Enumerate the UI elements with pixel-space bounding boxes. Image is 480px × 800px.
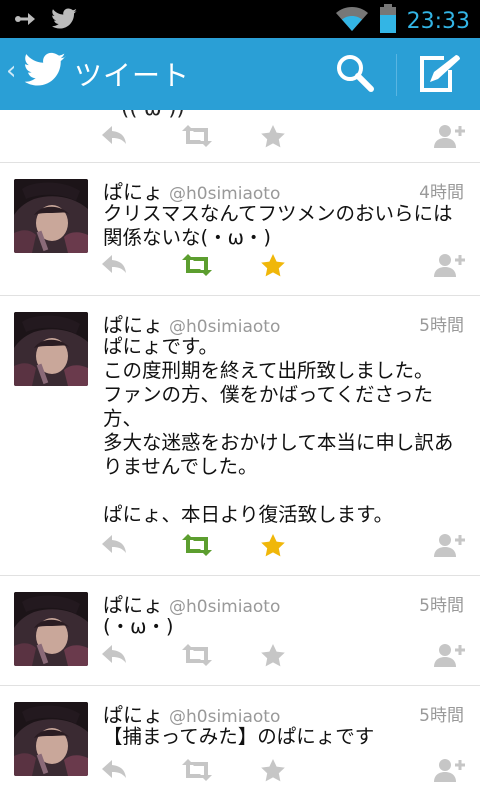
- avatar[interactable]: [14, 312, 88, 386]
- partial-tweet-text: ・(( ω )): [100, 110, 185, 122]
- retweet-icon[interactable]: [180, 758, 214, 786]
- reply-icon[interactable]: [100, 124, 128, 150]
- tweet-text: (・ω・): [103, 615, 174, 638]
- tweet-actions: [100, 533, 470, 559]
- reply-icon[interactable]: [100, 643, 128, 669]
- tweet-text: 【捕まってみた】のぱにょです: [103, 725, 375, 748]
- tweet-text: クリスマスなんてフツメンのおいらには関係ないな(・ω・): [103, 202, 453, 249]
- follow-user-icon[interactable]: [434, 758, 466, 786]
- follow-user-icon[interactable]: [434, 533, 466, 561]
- avatar[interactable]: [14, 592, 88, 666]
- page-title: ツイート: [74, 59, 191, 92]
- tweet-item[interactable]: ぱにょ @h0simiaoto 5時間 ぱにょです。 この度刑期を終えて出所致しました…: [0, 295, 480, 576]
- partial-tweet[interactable]: ・(( ω )): [0, 110, 480, 163]
- author-name: ぱにょ: [103, 703, 163, 727]
- wifi-icon: [335, 6, 369, 36]
- author-handle: @h0simiaoto: [169, 184, 281, 204]
- favorite-star-icon[interactable]: [260, 253, 286, 281]
- retweet-icon[interactable]: [180, 643, 214, 671]
- tweet-timestamp: 5時間: [419, 706, 464, 726]
- author-handle: @h0simiaoto: [169, 707, 281, 727]
- author-handle: @h0simiaoto: [169, 317, 281, 337]
- tweet-text: ぱにょです。 この度刑期を終えて出所致しました。 ファンの方、僕をかばってくださ…: [103, 335, 454, 526]
- compose-tweet-icon[interactable]: [416, 52, 462, 98]
- twitter-logo-icon[interactable]: [24, 52, 68, 92]
- tweet-author[interactable]: ぱにょ @h0simiaoto: [103, 589, 280, 618]
- retweet-icon[interactable]: [180, 533, 214, 561]
- retweet-icon[interactable]: [180, 253, 214, 281]
- tweet-timestamp: 4時間: [419, 183, 464, 203]
- reply-icon[interactable]: [100, 758, 128, 784]
- author-name: ぱにょ: [103, 313, 163, 337]
- back-chevron-icon[interactable]: ‹: [6, 56, 16, 86]
- favorite-star-icon[interactable]: [260, 533, 286, 561]
- tweet-author[interactable]: ぱにょ @h0simiaoto: [103, 309, 280, 338]
- tweet-actions: [100, 758, 470, 784]
- battery-icon: [379, 4, 397, 38]
- search-icon[interactable]: [334, 52, 376, 98]
- favorite-star-icon[interactable]: [260, 124, 286, 152]
- tweet-author[interactable]: ぱにょ @h0simiaoto: [103, 176, 280, 205]
- favorite-star-icon[interactable]: [260, 758, 286, 786]
- partial-tweet-actions: [100, 124, 470, 150]
- action-divider: [396, 54, 397, 96]
- reply-icon[interactable]: [100, 533, 128, 559]
- reply-icon[interactable]: [100, 253, 128, 279]
- tweet-actions: [100, 643, 470, 669]
- twitter-notification-icon: [52, 8, 78, 34]
- author-handle: @h0simiaoto: [169, 597, 281, 617]
- avatar[interactable]: [14, 702, 88, 776]
- usb-debug-icon: [14, 10, 38, 32]
- follow-user-icon[interactable]: [434, 253, 466, 281]
- status-bar: 23:33: [0, 0, 480, 38]
- tweet-item[interactable]: ぱにょ @h0simiaoto 4時間 クリスマスなんてフツメンのおいらには関係ないな…: [0, 162, 480, 296]
- tweet-timestamp: 5時間: [419, 316, 464, 336]
- action-bar: ‹ ツイート: [0, 38, 480, 110]
- retweet-icon[interactable]: [180, 124, 214, 152]
- tweet-author[interactable]: ぱにょ @h0simiaoto: [103, 699, 280, 728]
- follow-user-icon[interactable]: [434, 643, 466, 671]
- tweet-actions: [100, 253, 470, 279]
- tweet-timestamp: 5時間: [419, 596, 464, 616]
- tweet-item[interactable]: ぱにょ @h0simiaoto 5時間 (・ω・): [0, 575, 480, 686]
- author-name: ぱにょ: [103, 180, 163, 204]
- tweet-timeline[interactable]: ・(( ω )) ぱにょ @h0simiaoto 4時間クリスマスなんてフツメンのお…: [0, 110, 480, 800]
- clock-text: 23:33: [406, 8, 470, 34]
- tweet-item[interactable]: ぱにょ @h0simiaoto 5時間【捕まってみた】のぱにょです: [0, 685, 480, 800]
- author-name: ぱにょ: [103, 593, 163, 617]
- follow-user-icon[interactable]: [434, 124, 466, 152]
- favorite-star-icon[interactable]: [260, 643, 286, 671]
- avatar[interactable]: [14, 179, 88, 253]
